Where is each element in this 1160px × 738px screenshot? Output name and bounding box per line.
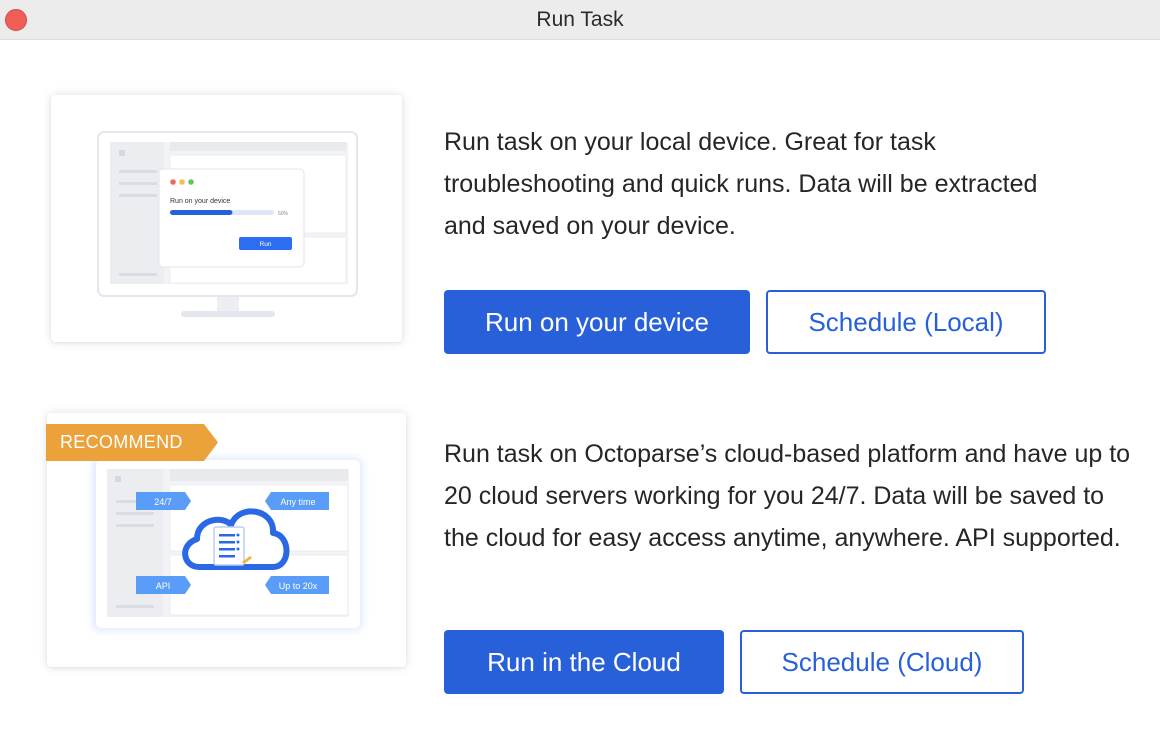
cloud-description: Run task on Octoparse’s cloud-based plat… <box>444 440 1131 552</box>
title-bar: Run Task <box>0 0 1160 40</box>
recommend-badge: RECOMMEND <box>46 424 218 461</box>
schedule-local-button[interactable]: Schedule (Local) <box>766 290 1046 354</box>
illustration-dialog-title: Run on your device <box>170 198 230 205</box>
local-device-illustration: Run on your device 60% Run <box>97 131 358 317</box>
local-description: Run task on your local device. Great for… <box>444 128 1038 240</box>
window-title: Run Task <box>536 8 624 31</box>
tag-anytime-label: Any time <box>280 497 315 507</box>
illustration-progress-fill <box>170 210 233 215</box>
bell-icon <box>115 476 121 482</box>
run-on-device-button[interactable]: Run on your device <box>444 290 750 354</box>
tag-api-label: API <box>156 581 171 591</box>
document-icon <box>213 526 245 566</box>
bell-icon <box>119 150 125 156</box>
tag-upto-label: Up to 20x <box>279 581 318 591</box>
illustration-run-label: Run <box>260 241 272 248</box>
tag-247-label: 24/7 <box>154 497 172 507</box>
illustration-progress-label: 60% <box>278 211 289 217</box>
schedule-cloud-button[interactable]: Schedule (Cloud) <box>740 630 1024 694</box>
local-illustration-card: Run on your device 60% Run <box>51 95 402 342</box>
run-in-cloud-button[interactable]: Run in the Cloud <box>444 630 724 694</box>
